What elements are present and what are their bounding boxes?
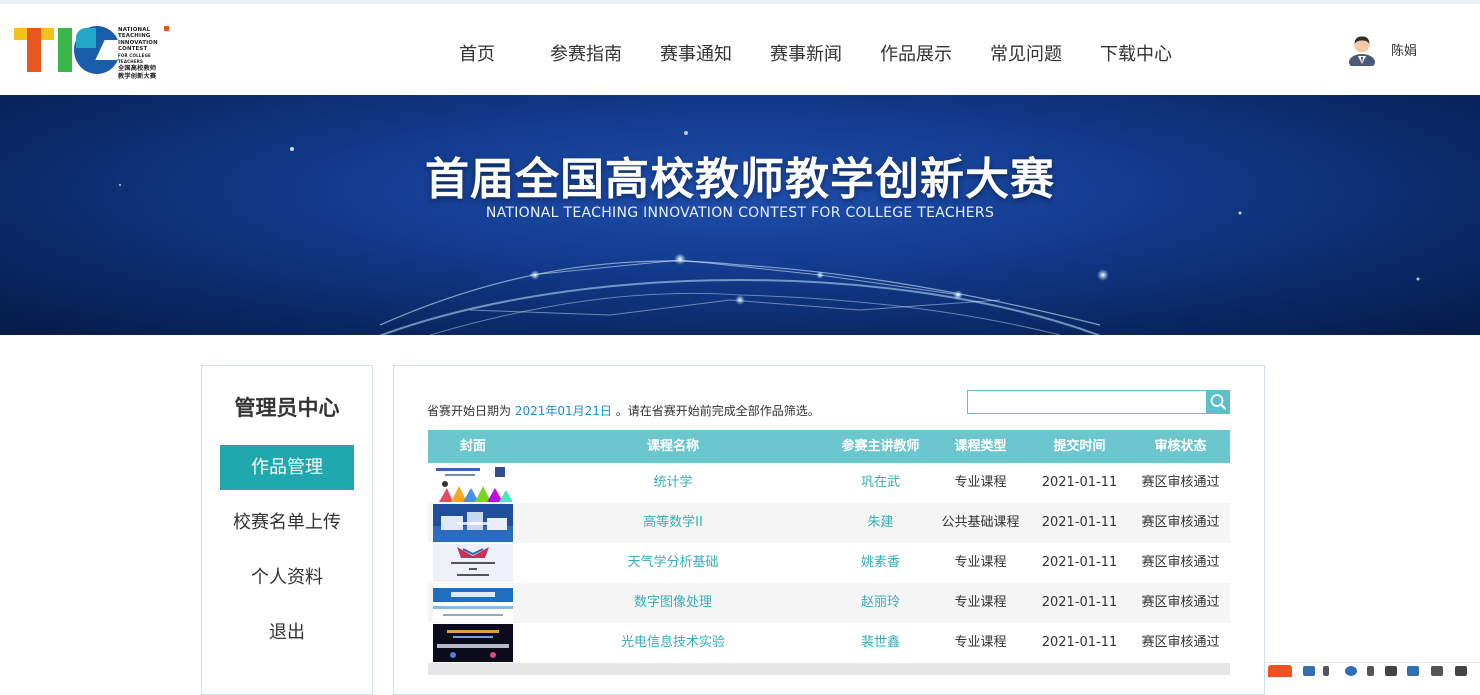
nav-guide[interactable]: 参赛指南: [550, 40, 660, 65]
review-status: 赛区审核通过: [1141, 475, 1220, 490]
search-box: [967, 390, 1230, 414]
submit-date: 2021-01-11: [1041, 475, 1118, 490]
logo-text: NATIONAL TEACHING INNOVATION CONTEST FOR…: [118, 27, 158, 80]
course-type: 专业课程: [954, 595, 1007, 610]
user-avatar-icon: [1349, 36, 1375, 66]
col-type: 课程类型: [954, 439, 1007, 454]
admin-sidebar: 管理员中心 作品管理 校赛名单上传 个人资料 退出: [201, 365, 373, 695]
cover-thumbnail[interactable]: [433, 464, 513, 502]
review-status: 赛区审核通过: [1141, 595, 1220, 610]
submit-date: 2021-01-11: [1041, 635, 1118, 650]
review-status: 赛区审核通过: [1141, 515, 1220, 530]
course-type: 公共基础课程: [941, 515, 1020, 530]
teacher-name[interactable]: 朱建: [828, 503, 933, 543]
site-logo[interactable]: NATIONAL TEACHING INNOVATION CONTEST FOR…: [14, 26, 174, 80]
cover-thumbnail[interactable]: [433, 624, 513, 662]
main-nav: 首页 参赛指南 赛事通知 赛事新闻 作品展示 常见问题 下载中心: [440, 40, 1190, 65]
nav-faq[interactable]: 常见问题: [990, 40, 1100, 65]
col-cover: 封面: [459, 439, 486, 454]
toolbar-logo-icon[interactable]: [1268, 665, 1292, 677]
course-name[interactable]: 光电信息技术实验: [518, 623, 828, 663]
banner-title: 首届全国高校教师教学创新大赛: [425, 154, 1055, 205]
sidebar-item-upload-list[interactable]: 校赛名单上传: [220, 500, 354, 545]
deadline-notice: 省赛开始日期为 2021年01月21日 。请在省赛开始前完成全部作品筛选。: [427, 404, 820, 418]
teacher-name[interactable]: 赵丽玲: [828, 583, 933, 623]
table-footer: [428, 663, 1230, 675]
hero-banner: 首届全国高校教师教学创新大赛 NATIONAL TEACHING INNOVAT…: [0, 95, 1480, 335]
nav-news[interactable]: 赛事新闻: [770, 40, 880, 65]
table-row: 统计学 巩在武 专业课程 2021-01-11 赛区审核通过: [428, 463, 1230, 503]
logo-c-accent: [76, 28, 96, 48]
site-header: NATIONAL TEACHING INNOVATION CONTEST FOR…: [0, 4, 1480, 95]
table-header: 封面 课程名称 参赛主讲教师 课程类型 提交时间 审核状态: [428, 430, 1230, 463]
submit-date: 2021-01-11: [1041, 555, 1118, 570]
col-status: 审核状态: [1154, 439, 1207, 454]
search-button[interactable]: [1207, 390, 1230, 414]
notice-date: 2021年01月21日: [514, 404, 612, 418]
teacher-name[interactable]: 裴世鑫: [828, 623, 933, 663]
cover-thumbnail[interactable]: [433, 544, 513, 582]
nav-showcase[interactable]: 作品展示: [880, 40, 990, 65]
review-status: 赛区审核通过: [1141, 635, 1220, 650]
sidebar-item-profile[interactable]: 个人资料: [220, 555, 354, 600]
sidebar-item-works[interactable]: 作品管理: [220, 445, 354, 490]
col-course: 课程名称: [646, 439, 699, 454]
col-teacher: 参赛主讲教师: [841, 439, 920, 454]
teacher-name[interactable]: 姚素香: [828, 543, 933, 583]
works-panel: 省赛开始日期为 2021年01月21日 。请在省赛开始前完成全部作品筛选。 封面…: [393, 365, 1265, 695]
user-name: 陈娟: [1391, 44, 1418, 59]
course-type: 专业课程: [954, 635, 1007, 650]
search-input[interactable]: [967, 390, 1207, 414]
table-row: 数字图像处理 赵丽玲 专业课程 2021-01-11 赛区审核通过: [428, 583, 1230, 623]
nav-home[interactable]: 首页: [440, 40, 550, 65]
col-date: 提交时间: [1053, 439, 1106, 454]
works-table: 封面 课程名称 参赛主讲教师 课程类型 提交时间 审核状态 统计学 巩在武 专业…: [428, 430, 1230, 675]
course-type: 专业课程: [954, 555, 1007, 570]
table-row: 光电信息技术实验 裴世鑫 专业课程 2021-01-11 赛区审核通过: [428, 623, 1230, 663]
course-name[interactable]: 天气学分析基础: [518, 543, 828, 583]
nav-notices[interactable]: 赛事通知: [660, 40, 770, 65]
floating-toolbar: [1265, 662, 1480, 677]
review-status: 赛区审核通过: [1141, 555, 1220, 570]
submit-date: 2021-01-11: [1041, 595, 1118, 610]
sidebar-title: 管理员中心: [234, 396, 340, 420]
submit-date: 2021-01-11: [1041, 515, 1118, 530]
logo-i-stem: [58, 28, 72, 72]
teacher-name[interactable]: 巩在武: [828, 463, 933, 503]
banner-subtitle: NATIONAL TEACHING INNOVATION CONTEST FOR…: [485, 205, 995, 221]
table-row: 高等数学II 朱建 公共基础课程 2021-01-11 赛区审核通过: [428, 503, 1230, 543]
course-name[interactable]: 数字图像处理: [518, 583, 828, 623]
sidebar-item-logout[interactable]: 退出: [220, 610, 354, 655]
search-icon: [1210, 394, 1227, 410]
course-name[interactable]: 统计学: [518, 463, 828, 503]
logo-t-stem: [27, 28, 41, 72]
table-row: 天气学分析基础 姚素香 专业课程 2021-01-11 赛区审核通过: [428, 543, 1230, 583]
cover-thumbnail[interactable]: [433, 504, 513, 542]
cover-thumbnail[interactable]: [433, 584, 513, 622]
course-type: 专业课程: [954, 475, 1007, 490]
course-name[interactable]: 高等数学II: [518, 503, 828, 543]
nav-downloads[interactable]: 下载中心: [1100, 40, 1190, 65]
